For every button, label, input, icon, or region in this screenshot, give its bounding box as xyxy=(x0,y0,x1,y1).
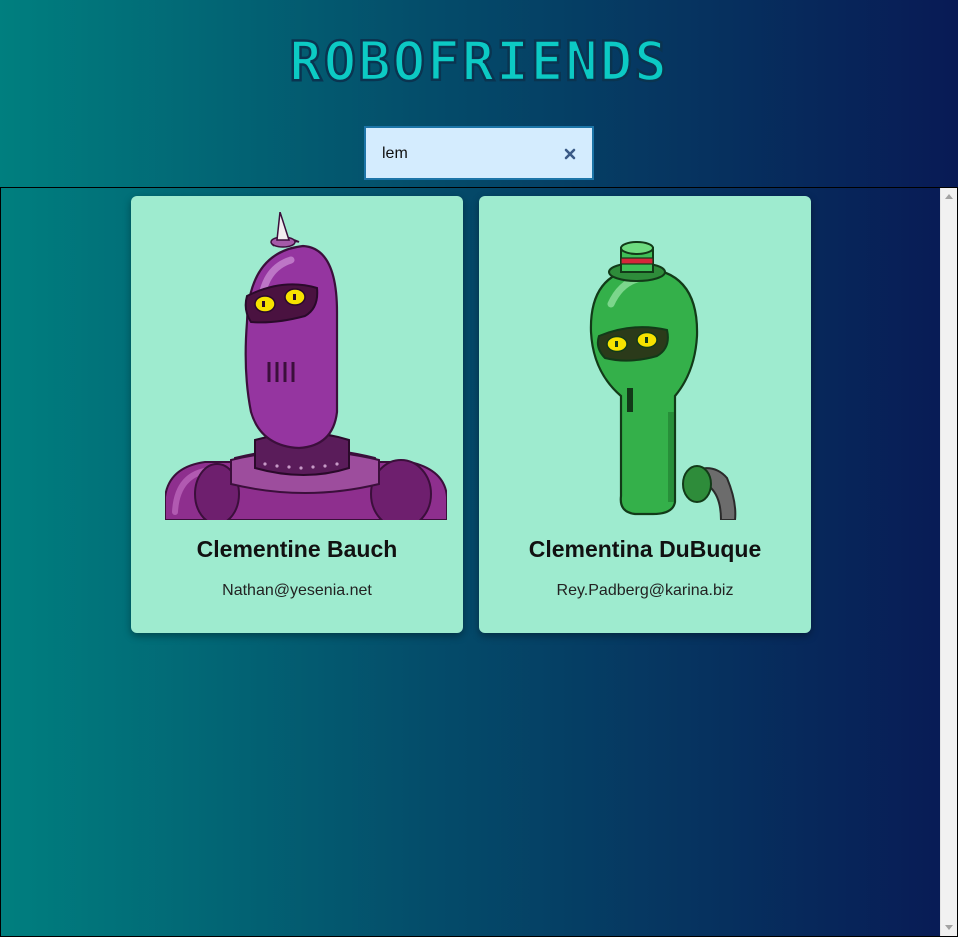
app-logo: ROBOFRIENDS xyxy=(0,29,958,95)
robot-email: Nathan@yesenia.net xyxy=(222,582,372,599)
app-title-svg: ROBOFRIENDS xyxy=(288,29,669,95)
robot-name: Clementina DuBuque xyxy=(528,536,762,562)
search-box[interactable] xyxy=(364,126,594,180)
robot-card: Clementina DuBuque Rey.Padberg@karina.bi… xyxy=(479,196,811,633)
robot-email: Rey.Padberg@karina.biz xyxy=(556,582,734,599)
scroll-up-arrow-icon[interactable] xyxy=(945,194,953,199)
robot-card: Clementine Bauch Nathan@yesenia.net xyxy=(131,196,463,633)
robot-avatar xyxy=(165,212,447,520)
card-list[interactable]: Clementine Bauch Nathan@yesenia.net Clem… xyxy=(0,187,958,937)
robot-name: Clementine Bauch xyxy=(196,536,398,562)
app-title: ROBOFRIENDS xyxy=(289,30,669,93)
vertical-scrollbar[interactable] xyxy=(940,188,957,936)
search-input[interactable] xyxy=(382,142,552,166)
header: ROBOFRIENDS xyxy=(0,0,958,187)
robot-avatar xyxy=(513,212,795,520)
close-icon[interactable] xyxy=(562,146,578,162)
scroll-down-arrow-icon[interactable] xyxy=(945,925,953,930)
